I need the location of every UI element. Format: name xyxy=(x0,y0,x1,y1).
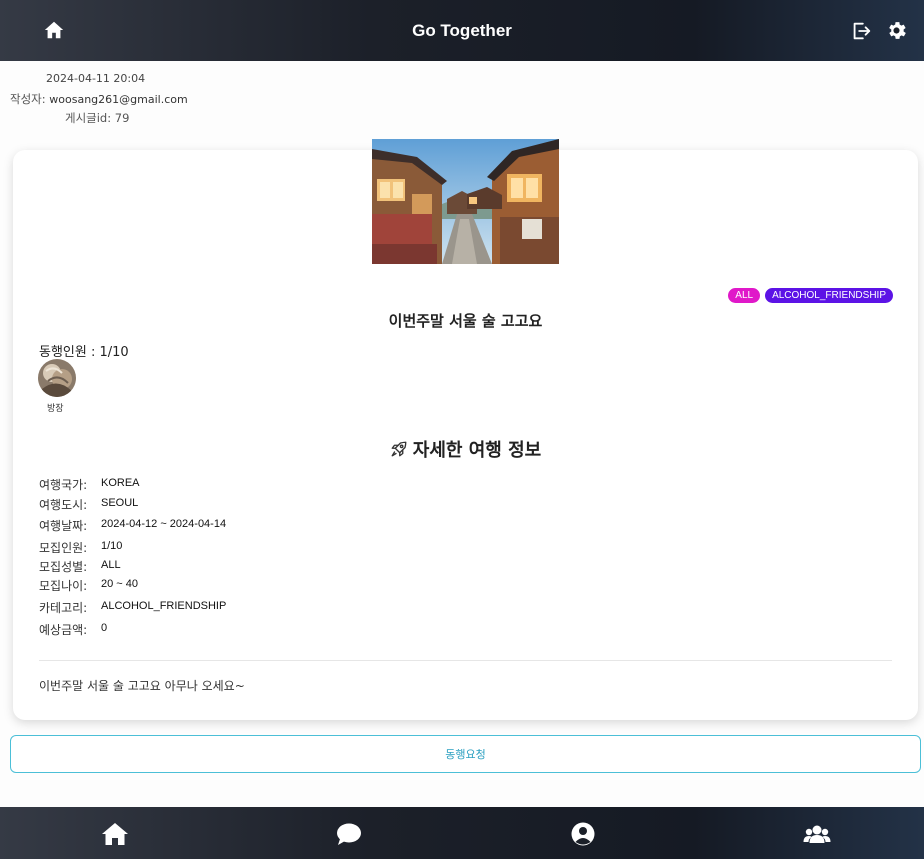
detail-label: 여행국가: xyxy=(39,478,88,492)
detail-value: 20 ~ 40 xyxy=(101,578,139,590)
detail-value: 2024-04-12 ~ 2024-04-14 xyxy=(101,518,227,530)
post-title: 이번주말 서울 술 고고요 xyxy=(388,312,543,330)
detail-label: 카테고리: xyxy=(39,601,88,615)
detail-label: 모집인원: xyxy=(39,541,88,555)
home-icon[interactable] xyxy=(101,821,129,847)
post-id: 게시글id: 79 xyxy=(65,110,129,126)
detail-label: 여행날짜: xyxy=(39,519,88,533)
post-id-label: 게시글id: xyxy=(65,111,112,125)
post-image xyxy=(372,139,559,264)
detail-row: 모집인원: 1/10 xyxy=(39,539,122,556)
post-date: 2024-04-11 20:04 xyxy=(46,72,146,85)
author-label: 작성자: xyxy=(10,92,46,106)
leader-label: 방장 xyxy=(47,404,64,414)
detail-label: 예상금액: xyxy=(39,623,88,637)
bottom-navbar xyxy=(0,807,924,859)
detail-row: 여행도시: SEOUL xyxy=(39,496,138,513)
top-navbar: Go Together xyxy=(0,0,924,61)
tag-category: ALCOHOL_FRIENDSHIP xyxy=(765,288,893,303)
home-icon[interactable] xyxy=(43,19,65,41)
tag-gender: ALL xyxy=(728,288,761,303)
detail-value: 0 xyxy=(101,622,108,634)
rocket-icon xyxy=(390,440,408,463)
detail-row: 여행국가: KOREA xyxy=(39,476,140,493)
detail-value: SEOUL xyxy=(101,497,139,509)
join-request-button[interactable]: 동행요청 xyxy=(10,735,921,773)
post-author: 작성자: woosang261@gmail.com xyxy=(10,91,188,107)
post-content: 이번주말 서울 술 고고요 아무나 오세요~ xyxy=(39,679,245,693)
details-heading: 자세한 여행 정보 xyxy=(13,436,918,463)
detail-value: ALL xyxy=(101,559,121,571)
detail-row: 모집성별: ALL xyxy=(39,558,121,575)
tag-list: ALL ALCOHOL_FRIENDSHIP xyxy=(728,288,893,303)
post-id-value: 79 xyxy=(114,111,130,125)
gear-icon[interactable] xyxy=(885,19,908,42)
detail-row: 여행날짜: 2024-04-12 ~ 2024-04-14 xyxy=(39,517,226,534)
users-icon[interactable] xyxy=(803,821,831,847)
detail-row: 모집나이: 20 ~ 40 xyxy=(39,577,138,594)
members-count: 동행인원 : 1/10 xyxy=(39,345,129,360)
detail-label: 모집나이: xyxy=(39,579,88,593)
user-circle-icon[interactable] xyxy=(569,821,597,847)
detail-value: 1/10 xyxy=(101,540,123,552)
detail-label: 모집성별: xyxy=(39,560,88,574)
divider xyxy=(39,660,892,661)
author-email: woosang261@gmail.com xyxy=(49,93,188,106)
detail-label: 여행도시: xyxy=(39,498,88,512)
logout-icon[interactable] xyxy=(850,20,872,42)
detail-row: 카테고리: ALCOHOL_FRIENDSHIP xyxy=(39,599,226,616)
chat-icon[interactable] xyxy=(335,821,363,847)
detail-row: 예상금액: 0 xyxy=(39,621,107,638)
detail-value: KOREA xyxy=(101,477,140,489)
details-title: 자세한 여행 정보 xyxy=(412,440,542,461)
avatar[interactable] xyxy=(38,359,76,397)
app-title: Go Together xyxy=(412,20,512,40)
post-card: ALL ALCOHOL_FRIENDSHIP 이번주말 서울 술 고고요 동행인… xyxy=(13,139,918,720)
detail-value: ALCOHOL_FRIENDSHIP xyxy=(101,600,227,612)
